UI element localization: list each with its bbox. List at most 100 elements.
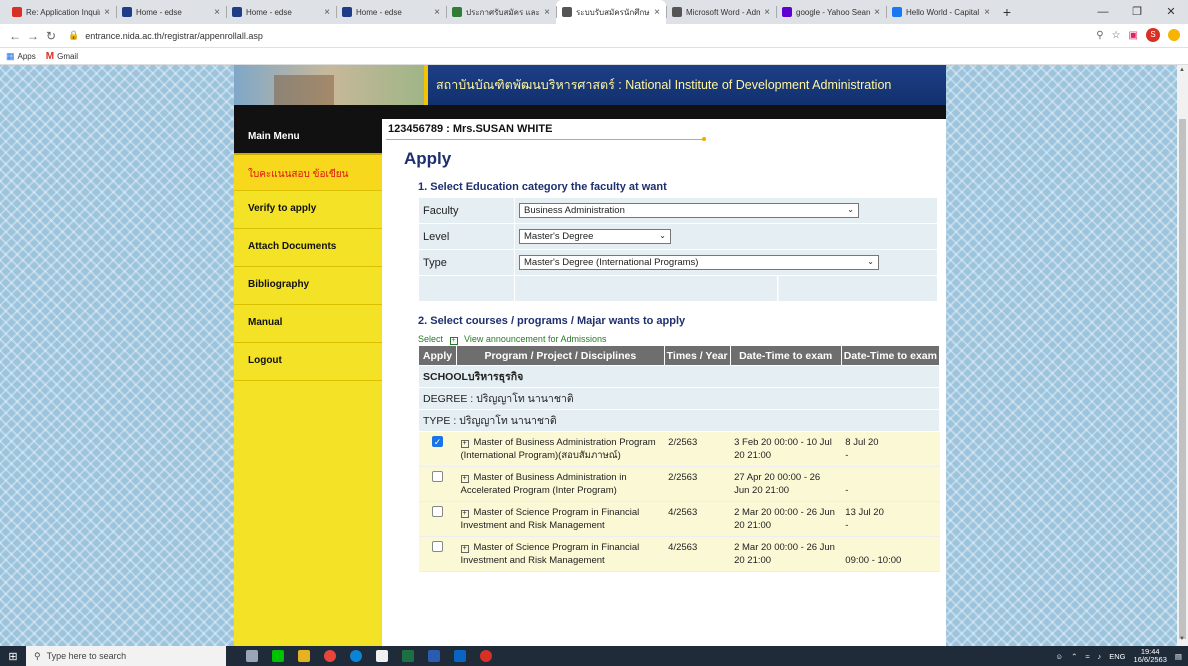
browser-tab[interactable]: google - Yahoo Search × (776, 0, 886, 24)
word-icon[interactable] (428, 650, 440, 662)
file-explorer-icon[interactable] (298, 650, 310, 662)
volume-icon[interactable]: ♪ (1098, 652, 1102, 661)
task-view-icon[interactable] (246, 650, 258, 662)
tab-close-icon[interactable]: × (984, 7, 990, 18)
bookmark-star-icon[interactable]: ☆ (1112, 30, 1121, 41)
notification-icon[interactable]: ▤ (1175, 652, 1182, 661)
zoom-icon[interactable]: ⚲ (1096, 30, 1103, 41)
search-icon: ⚲ (34, 650, 41, 661)
url-field[interactable]: 🔒 entrance.nida.ac.th/registrar/appenrol… (68, 30, 263, 41)
scroll-up-icon[interactable]: ▲ (1179, 67, 1185, 73)
page-scrollbar[interactable]: ▲ ▼ (1177, 65, 1188, 646)
expand-plus-icon[interactable]: + (460, 440, 469, 448)
tab-close-icon[interactable]: × (764, 7, 770, 18)
exam-date-2-cell: 13 Jul 20 - (841, 501, 940, 537)
back-icon[interactable]: ← (6, 29, 24, 43)
expand-plus-icon[interactable]: + (460, 475, 469, 483)
tab-close-icon[interactable]: × (654, 7, 660, 18)
sidebar-item-verify[interactable]: Verify to apply (234, 191, 382, 229)
forward-icon[interactable]: → (24, 29, 42, 43)
browser-tab[interactable]: Home - edse × (226, 0, 336, 24)
profile-avatar[interactable]: S (1146, 28, 1160, 42)
exam-time-2: - (845, 520, 849, 531)
expand-plus-icon[interactable]: + (460, 545, 469, 553)
windows-start-icon[interactable]: ⊞ (0, 650, 26, 663)
tab-close-icon[interactable]: × (324, 7, 330, 18)
sidebar-item-logout[interactable]: Logout (234, 343, 382, 381)
tab-title: ประกาศรับสมัคร และใบสมัค (466, 7, 540, 17)
exam-date-range: 27 Apr 20 00:00 - 26 Jun 20 21:00 (730, 466, 842, 502)
update-icon[interactable] (1168, 29, 1180, 41)
apply-checkbox[interactable] (432, 506, 443, 517)
extension-icon[interactable]: ▣ (1129, 30, 1138, 41)
tab-close-icon[interactable]: × (104, 7, 110, 18)
bookmark-apps[interactable]: ▦ Apps (6, 51, 36, 62)
tab-title: Home - edse (136, 7, 182, 17)
chevron-down-icon: ⌄ (847, 205, 854, 214)
browser-tab[interactable]: Home - edse × (336, 0, 446, 24)
reload-icon[interactable]: ↻ (42, 29, 60, 43)
browser-tab[interactable]: Microsoft Word - Admi × (666, 0, 776, 24)
page-title: Apply (404, 149, 452, 168)
chrome-icon[interactable] (324, 650, 336, 662)
sidebar-item-exam-score[interactable]: ใบคะแนนสอบ ข้อเขียน (234, 153, 382, 191)
col-exam-date-2: Date-Time to exam (840, 345, 941, 366)
tab-close-icon[interactable]: × (434, 7, 440, 18)
announcement-link[interactable]: View announcement for Admissions (464, 334, 606, 344)
system-tray: ☺ ⌃ ≈ ♪ ENG 19:44 16/6/2563 ▤ (1055, 646, 1182, 666)
excel-icon[interactable] (402, 650, 414, 662)
store-icon[interactable] (376, 650, 388, 662)
tab-close-icon[interactable]: × (874, 7, 880, 18)
scroll-down-icon[interactable]: ▼ (1179, 636, 1185, 642)
program-table-header: Apply Program / Project / Disciplines Ti… (418, 345, 941, 366)
tab-favicon-icon (232, 7, 242, 17)
sidebar-item-manual[interactable]: Manual (234, 305, 382, 343)
sidebar-item-attach-documents[interactable]: Attach Documents (234, 229, 382, 267)
taskbar-search[interactable]: ⚲ Type here to search (26, 646, 226, 666)
exam-date-2 (845, 541, 935, 554)
line-app-icon[interactable] (272, 650, 284, 662)
close-window-icon[interactable]: ✕ (1154, 0, 1188, 24)
faculty-select[interactable]: Business Administration ⌄ (519, 203, 859, 218)
apps-grid-icon: ▦ (6, 50, 15, 61)
tab-close-icon[interactable]: × (214, 7, 220, 18)
browser-tab[interactable]: Hello World - Capital I × (886, 0, 996, 24)
program-name: Master of Business Administration in Acc… (460, 472, 627, 496)
apply-checkbox[interactable] (432, 471, 443, 482)
restore-icon[interactable]: ❐ (1120, 0, 1154, 24)
tab-favicon-icon (562, 7, 572, 17)
browser-tab[interactable]: ระบบรับสมัครนักศึกษา NII× (556, 0, 666, 24)
network-icon[interactable]: ≈ (1085, 652, 1089, 661)
tab-favicon-icon (782, 7, 792, 17)
apply-checkbox[interactable]: ✓ (432, 436, 443, 447)
expand-plus-icon[interactable]: + (449, 337, 458, 345)
tab-title: Hello World - Capital I (906, 7, 981, 17)
sidebar-item-bibliography[interactable]: Bibliography (234, 267, 382, 305)
tab-close-icon[interactable]: × (544, 7, 550, 18)
bookmark-gmail[interactable]: M Gmail (46, 51, 78, 62)
scrollbar-thumb[interactable] (1179, 119, 1186, 639)
main-menu-header: Main Menu (234, 119, 382, 153)
edge-icon[interactable] (350, 650, 362, 662)
clock[interactable]: 19:44 16/6/2563 (1134, 648, 1167, 664)
new-tab-button[interactable]: + (996, 0, 1018, 24)
mail-icon[interactable] (454, 650, 466, 662)
language-indicator[interactable]: ENG (1109, 652, 1125, 661)
col-apply: Apply (418, 345, 457, 366)
apply-checkbox[interactable] (432, 541, 443, 552)
type-select[interactable]: Master's Degree (International Programs)… (519, 255, 879, 270)
tab-favicon-icon (122, 7, 132, 17)
window-controls: — ❐ ✕ (1086, 0, 1188, 24)
browser-tab[interactable]: Re: Application Inquiry × (6, 0, 116, 24)
apply-cell (418, 536, 457, 572)
program-row: + Master of Science Program in Financial … (418, 536, 940, 572)
browser-tab[interactable]: Home - edse × (116, 0, 226, 24)
expand-plus-icon[interactable]: + (460, 510, 469, 518)
chrome-profile-icon[interactable] (480, 650, 492, 662)
minimize-icon[interactable]: — (1086, 0, 1120, 24)
sidebar: Main Menu ใบคะแนนสอบ ข้อเขียน Verify to … (234, 119, 382, 646)
people-icon[interactable]: ☺ (1055, 652, 1063, 661)
browser-tab[interactable]: ประกาศรับสมัคร และใบสมัค × (446, 0, 556, 24)
chevron-up-icon[interactable]: ⌃ (1071, 652, 1077, 661)
level-select[interactable]: Master's Degree ⌄ (519, 229, 671, 244)
